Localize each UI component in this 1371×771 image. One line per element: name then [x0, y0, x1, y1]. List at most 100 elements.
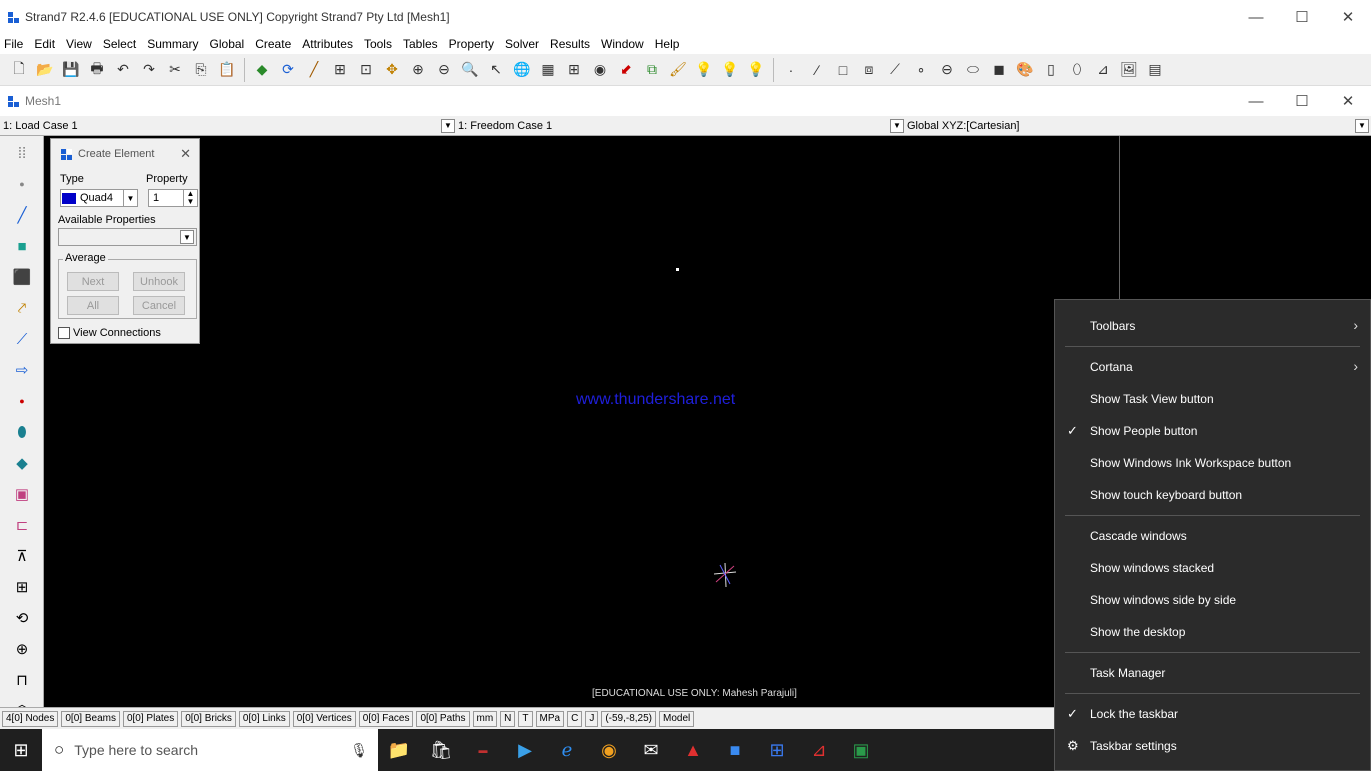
- vertex-tool-icon[interactable]: ⟋: [8, 325, 36, 353]
- autocad-icon[interactable]: ▲: [672, 729, 714, 771]
- node-icon[interactable]: ·: [778, 57, 804, 83]
- strand7-taskbar-icon[interactable]: ⊞: [756, 729, 798, 771]
- maximize-button[interactable]: ☐: [1279, 0, 1325, 34]
- save-icon[interactable]: 💾: [58, 57, 84, 83]
- unhook-button[interactable]: Unhook: [133, 272, 185, 291]
- globe-grid-icon[interactable]: ⊕: [8, 635, 36, 663]
- table-icon[interactable]: ▦: [535, 57, 561, 83]
- load-case-select[interactable]: 1: Load Case 1: [0, 117, 441, 135]
- view-connections-row[interactable]: View Connections: [58, 327, 161, 339]
- zoom-icon[interactable]: ■: [714, 729, 756, 771]
- menu-item-toolbars[interactable]: Toolbars ›: [1055, 310, 1370, 342]
- link-tool-icon[interactable]: ⤤: [8, 294, 36, 322]
- menu-item-ink-workspace[interactable]: Show Windows Ink Workspace button: [1055, 447, 1370, 479]
- vertex-icon[interactable]: ∘: [908, 57, 934, 83]
- freedom-case-dropdown-icon[interactable]: ▼: [890, 118, 904, 133]
- point-tool-icon[interactable]: ●: [8, 387, 36, 415]
- link-icon[interactable]: ⧉: [639, 57, 665, 83]
- menu-window[interactable]: Window: [601, 37, 644, 51]
- menu-help[interactable]: Help: [655, 37, 680, 51]
- zoom-fit-icon[interactable]: ⊞: [327, 57, 353, 83]
- marker-icon[interactable]: ⬋: [613, 57, 639, 83]
- menu-tools[interactable]: Tools: [364, 37, 392, 51]
- refresh-icon[interactable]: ⟳: [275, 57, 301, 83]
- arrow-tool-icon[interactable]: ⇨: [8, 356, 36, 384]
- pan-icon[interactable]: ✥: [379, 57, 405, 83]
- sheet-icon[interactable]: ▤: [1142, 57, 1168, 83]
- windows-start-icon[interactable]: ⊞: [0, 729, 42, 771]
- menu-item-people[interactable]: ✓ Show People button: [1055, 415, 1370, 447]
- menu-item-touch-keyboard[interactable]: Show touch keyboard button: [1055, 479, 1370, 511]
- menu-tables[interactable]: Tables: [403, 37, 438, 51]
- menu-item-taskbar-settings[interactable]: ⚙ Taskbar settings: [1055, 730, 1370, 762]
- cylinder-tool-icon[interactable]: ⬮: [8, 418, 36, 446]
- menu-summary[interactable]: Summary: [147, 37, 198, 51]
- plate-tool-icon[interactable]: ■: [8, 232, 36, 260]
- path-icon[interactable]: ⬭: [960, 57, 986, 83]
- print-icon[interactable]: 🖶: [84, 57, 110, 83]
- menu-solver[interactable]: Solver: [505, 37, 539, 51]
- menu-file[interactable]: File: [4, 37, 23, 51]
- freedom-case-select[interactable]: 1: Freedom Case 1: [455, 117, 890, 135]
- magnify-icon[interactable]: 🔍: [457, 57, 483, 83]
- copy-icon[interactable]: ⎘: [188, 57, 214, 83]
- menu-item-task-view[interactable]: Show Task View button: [1055, 383, 1370, 415]
- menu-item-show-desktop[interactable]: Show the desktop: [1055, 616, 1370, 648]
- chrome-icon[interactable]: ◉: [588, 729, 630, 771]
- link-element-icon[interactable]: ⟋: [882, 57, 908, 83]
- brick-tool-icon[interactable]: ⬛: [8, 263, 36, 291]
- load-case-dropdown-icon[interactable]: ▼: [441, 118, 455, 133]
- acrobat-icon[interactable]: ⊿: [798, 729, 840, 771]
- mesh-grid-icon[interactable]: ⊞: [8, 573, 36, 601]
- next-button[interactable]: Next: [67, 272, 119, 291]
- menu-property[interactable]: Property: [449, 37, 494, 51]
- menu-results[interactable]: Results: [550, 37, 590, 51]
- face-icon[interactable]: ⊖: [934, 57, 960, 83]
- draw-line-icon[interactable]: ╱: [301, 57, 327, 83]
- menu-view[interactable]: View: [66, 37, 92, 51]
- light-2-icon[interactable]: 💡: [717, 57, 743, 83]
- light-3-icon[interactable]: 💡: [743, 57, 769, 83]
- microphone-icon[interactable]: 🎙: [350, 742, 368, 759]
- diamond-tool-icon[interactable]: ◆: [8, 449, 36, 477]
- status-unit-temperature[interactable]: T: [518, 710, 533, 727]
- app-blue-icon[interactable]: ▶: [504, 729, 546, 771]
- page-icon[interactable]: ▯: [1038, 57, 1064, 83]
- globe-icon[interactable]: 🌐: [509, 57, 535, 83]
- plate-icon[interactable]: □: [830, 57, 856, 83]
- menu-item-lock-taskbar[interactable]: ✓ Lock the taskbar: [1055, 698, 1370, 730]
- grid-icon[interactable]: ⊞: [561, 57, 587, 83]
- available-properties-dropdown-icon[interactable]: ▼: [180, 230, 194, 244]
- menu-create[interactable]: Create: [255, 37, 291, 51]
- cut-icon[interactable]: ✂: [162, 57, 188, 83]
- excel-icon[interactable]: ▣: [840, 729, 882, 771]
- image-icon[interactable]: 🖼: [1116, 57, 1142, 83]
- available-properties-select[interactable]: ▼: [58, 228, 197, 246]
- type-dropdown-icon[interactable]: ▼: [123, 190, 137, 206]
- coord-system-dropdown-icon[interactable]: ▼: [1355, 118, 1369, 133]
- store-icon[interactable]: 🛍: [420, 729, 462, 771]
- open-folder-icon[interactable]: 📂: [32, 57, 58, 83]
- status-unit-length[interactable]: mm: [472, 710, 498, 727]
- type-select[interactable]: Quad4 ▼: [60, 189, 138, 207]
- zoom-out-icon[interactable]: ⊖: [431, 57, 457, 83]
- menu-attributes[interactable]: Attributes: [302, 37, 353, 51]
- close-button[interactable]: ✕: [1325, 0, 1371, 34]
- status-unit-energy[interactable]: J: [585, 710, 599, 727]
- beam-load-icon[interactable]: ⊏: [8, 511, 36, 539]
- target-icon[interactable]: ◉: [587, 57, 613, 83]
- property-spinner[interactable]: 1 ▲ ▼: [148, 189, 198, 207]
- mdi-maximize-button[interactable]: ☐: [1279, 84, 1325, 118]
- spinner-arrows-icon[interactable]: ▲ ▼: [183, 190, 197, 206]
- mdi-close-button[interactable]: ✕: [1325, 84, 1371, 118]
- undo-icon[interactable]: ↶: [110, 57, 136, 83]
- load-tool-icon[interactable]: ▣: [8, 480, 36, 508]
- menu-item-cascade[interactable]: Cascade windows: [1055, 520, 1370, 552]
- light-1-icon[interactable]: 💡: [691, 57, 717, 83]
- zoom-window-icon[interactable]: ⊡: [353, 57, 379, 83]
- menu-item-stacked[interactable]: Show windows stacked: [1055, 552, 1370, 584]
- cancel-button[interactable]: Cancel: [133, 296, 185, 315]
- select-arrow-icon[interactable]: ↖: [483, 57, 509, 83]
- menu-select[interactable]: Select: [103, 37, 136, 51]
- menu-edit[interactable]: Edit: [34, 37, 55, 51]
